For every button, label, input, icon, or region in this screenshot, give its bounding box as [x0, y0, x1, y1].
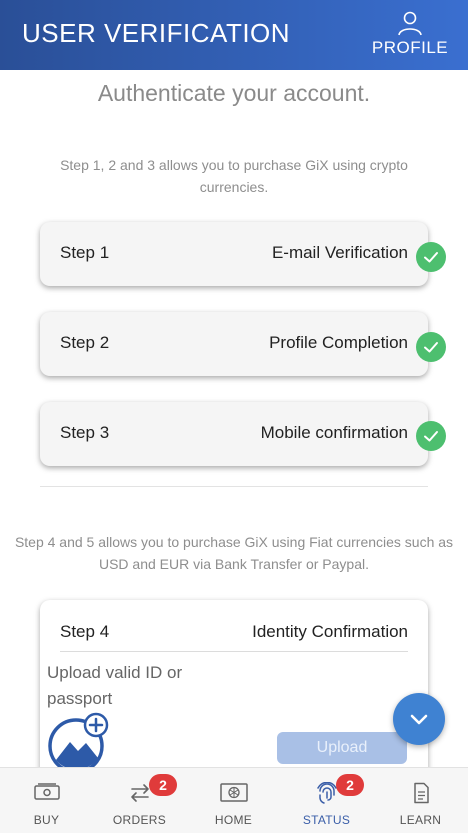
profile-button[interactable]: PROFILE — [370, 10, 450, 62]
fiat-info-text: Step 4 and 5 allows you to purchase GiX … — [14, 534, 454, 572]
nav-label: HOME — [214, 813, 253, 827]
banknote-icon — [33, 783, 60, 800]
nav-home[interactable]: HOME — [187, 768, 280, 833]
step-3-card[interactable]: Step 3 Mobile confirmation — [40, 402, 428, 466]
bottom-nav: BUY 2 ORDERS HOME 2 STATUS LEARN — [0, 767, 468, 833]
check-icon — [416, 421, 446, 451]
step-label: Step 3 — [60, 423, 110, 442]
upload-instructions: Upload valid ID or passport — [47, 663, 183, 708]
step-label: Step 1 — [60, 243, 110, 262]
section-divider — [40, 486, 428, 487]
page-subtitle: Authenticate your account. — [97, 80, 371, 106]
check-icon — [416, 332, 446, 362]
add-image-icon[interactable] — [48, 712, 110, 774]
nav-learn[interactable]: LEARN — [374, 768, 467, 833]
user-icon — [398, 11, 422, 36]
fingerprint-icon — [316, 782, 337, 804]
card-divider — [60, 651, 408, 652]
orders-badge: 2 — [149, 774, 177, 796]
step-1-card[interactable]: Step 1 E-mail Verification — [40, 222, 428, 286]
nav-label: ORDERS — [112, 813, 167, 827]
swap-arrows-icon — [130, 784, 149, 802]
nav-orders[interactable]: 2 ORDERS — [93, 768, 186, 833]
step-label: Step 2 — [60, 333, 110, 352]
status-badge: 2 — [336, 774, 364, 796]
step-2-card[interactable]: Step 2 Profile Completion — [40, 312, 428, 376]
profile-label: PROFILE — [371, 38, 449, 57]
step-label: Step 4 — [60, 622, 110, 641]
nav-label: STATUS — [302, 813, 351, 827]
app-header: USER VERIFICATION PROFILE — [0, 0, 468, 70]
scroll-down-button[interactable] — [393, 693, 445, 745]
nav-label: LEARN — [399, 813, 442, 827]
crypto-info-text: Step 1, 2 and 3 allows you to purchase G… — [60, 157, 408, 195]
nav-label: BUY — [33, 813, 60, 827]
home-icon — [219, 783, 248, 802]
nav-status[interactable]: 2 STATUS — [280, 768, 373, 833]
nav-buy[interactable]: BUY — [0, 768, 93, 833]
step-value: E-mail Verification — [271, 243, 408, 262]
step-value: Identity Confirmation — [252, 622, 408, 641]
step-value: Mobile confirmation — [260, 423, 408, 442]
page-title: USER VERIFICATION — [22, 18, 291, 48]
upload-button[interactable]: Upload — [277, 732, 407, 764]
check-icon — [416, 242, 446, 272]
step-value: Profile Completion — [269, 333, 408, 352]
chevron-down-icon — [410, 714, 428, 725]
document-icon — [413, 782, 429, 804]
